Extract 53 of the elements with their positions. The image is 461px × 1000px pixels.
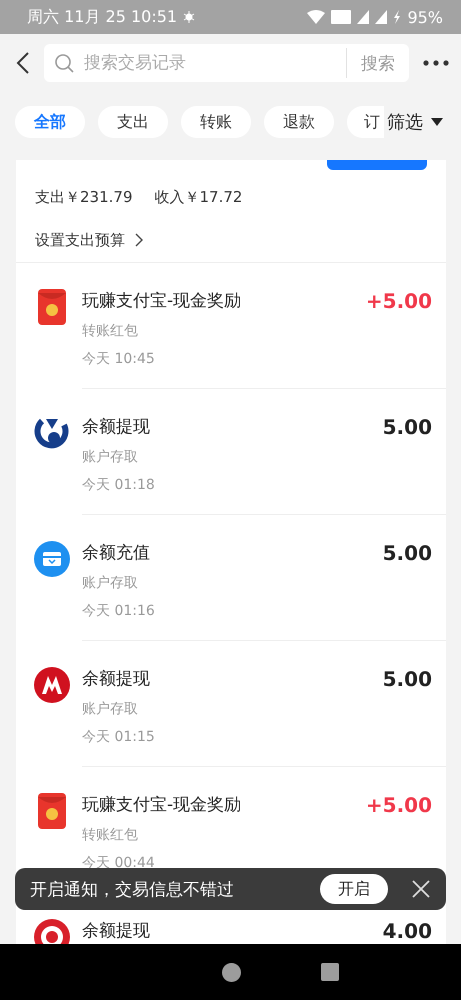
filter-tab[interactable]: 支出	[98, 106, 168, 138]
transaction-time: 今天 01:16	[82, 602, 156, 621]
expense-total: 支出￥231.79	[35, 187, 132, 208]
transaction-amount: +5.00	[358, 263, 446, 389]
bank-logo-icon	[34, 667, 70, 703]
transaction-row[interactable]: 余额充值 账户存取 今天 01:16 5.00	[16, 515, 446, 641]
chevron-icon	[135, 233, 143, 247]
transaction-amount: 5.00	[374, 389, 446, 515]
transaction-title: 玩赚支付宝-现金奖励	[82, 290, 242, 313]
close-icon[interactable]	[412, 880, 430, 898]
transaction-category: 转账红包	[82, 322, 139, 341]
transaction-category: 账户存取	[82, 448, 139, 467]
budget-label[interactable]: 设置支出预算	[35, 228, 125, 252]
toast-message: 开启通知，交易信息不错过	[30, 878, 235, 900]
lte-icon	[331, 10, 352, 24]
transaction-time: 今天 10:45	[82, 350, 156, 369]
dropdown-icon	[431, 118, 443, 126]
filter-tab[interactable]: 全部	[15, 106, 85, 138]
transaction-amount: 5.00	[374, 515, 446, 641]
transaction-category: 账户存取	[82, 574, 139, 593]
filter-tab[interactable]: 退款	[264, 106, 334, 138]
search-icon	[54, 53, 74, 73]
transaction-time: 今天 01:18	[82, 476, 156, 495]
budget-link[interactable]: 设置支出预算	[35, 228, 143, 252]
transaction-title: 玩赚支付宝-现金奖励	[82, 794, 242, 817]
transaction-time: 今天 01:15	[82, 728, 156, 747]
wallet-icon	[34, 541, 70, 577]
transaction-amount: 5.00	[374, 641, 446, 767]
filter-tab[interactable]: 订	[347, 106, 384, 138]
income-total: 收入￥17.72	[154, 187, 242, 208]
back-icon	[16, 52, 30, 74]
battery-level: 95%	[407, 8, 443, 26]
filter-tab[interactable]: 转账	[181, 106, 251, 138]
transaction-category: 账户存取	[82, 700, 139, 719]
transaction-row[interactable]: 余额提现 账户存取 今天 01:15 5.00	[16, 641, 446, 767]
transaction-row[interactable]: 余额提现 账户存取 今天 01:18 5.00	[16, 389, 446, 515]
signal-icon	[357, 10, 370, 24]
bug-icon	[183, 10, 196, 24]
transaction-row[interactable]: 玩赚支付宝-现金奖励 转账红包 今天 10:45 +5.00	[16, 263, 446, 389]
home-button[interactable]	[222, 962, 241, 982]
charging-icon	[393, 10, 402, 24]
wifi-icon	[307, 10, 326, 24]
transaction-title: 余额提现	[82, 668, 151, 691]
transaction-title: 余额充值	[82, 542, 151, 565]
more-icon	[423, 60, 449, 66]
transaction-category: 转账红包	[82, 826, 139, 845]
status-time: 周六 11月 25 10:51	[27, 6, 178, 28]
transaction-title: 余额提现	[82, 416, 151, 439]
transaction-title: 余额提现	[82, 920, 151, 943]
enable-button[interactable]: 开启	[320, 874, 388, 904]
signal-icon	[375, 10, 388, 24]
filter-label[interactable]: 筛选	[387, 110, 423, 134]
transaction-time: 今天 00:44	[82, 854, 156, 873]
